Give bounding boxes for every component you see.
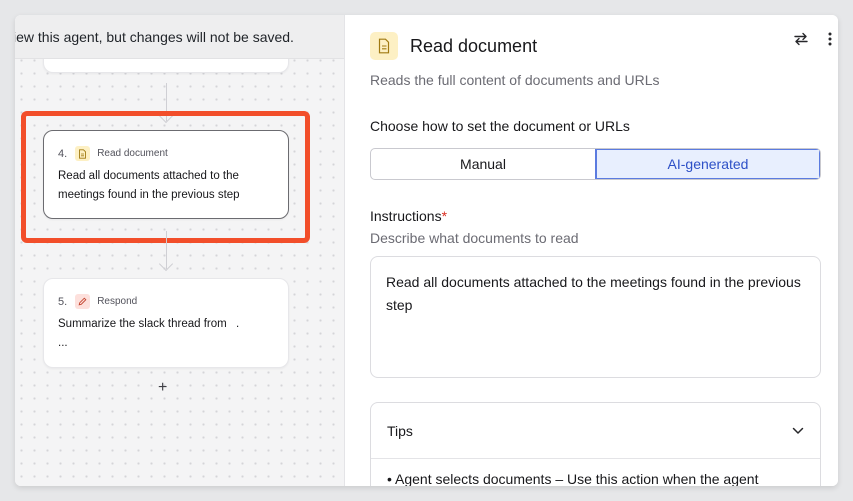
step-number: 5. bbox=[58, 295, 68, 308]
step-type-label: Respond bbox=[97, 296, 138, 307]
tips-accordion: Tips • Agent selects documents – Use thi… bbox=[370, 402, 821, 486]
tips-label: Tips bbox=[387, 422, 413, 439]
connector-arrowhead bbox=[158, 256, 174, 272]
selection-highlight bbox=[21, 111, 310, 243]
document-source-toggle: Manual AI-generated bbox=[370, 148, 821, 180]
more-options-button[interactable] bbox=[820, 29, 838, 49]
read-only-notice-text: iew this agent, but changes will not be … bbox=[15, 29, 294, 45]
step-description: Summarize the slack thread from . ... bbox=[58, 315, 274, 353]
panel-title: Read document bbox=[410, 36, 538, 56]
instructions-textarea[interactable]: Read all documents attached to the meeti… bbox=[370, 256, 821, 378]
document-icon bbox=[370, 32, 398, 60]
tips-header[interactable]: Tips bbox=[371, 403, 820, 459]
more-vertical-icon bbox=[828, 32, 832, 46]
mention-dot: . bbox=[235, 318, 240, 330]
tips-first-item: • Agent selects documents – Use this act… bbox=[387, 471, 759, 486]
add-step-button[interactable]: + bbox=[158, 379, 167, 397]
pen-icon bbox=[75, 294, 91, 309]
option-ai-generated[interactable]: AI-generated bbox=[595, 149, 820, 179]
step-config-panel: Read document Reads the full content of … bbox=[346, 15, 838, 486]
app-window: iew this agent, but changes will not be … bbox=[15, 15, 838, 486]
swap-action-button[interactable] bbox=[791, 29, 811, 49]
step-card-respond[interactable]: 5. Respond Summarize the slack thread fr… bbox=[43, 278, 289, 368]
required-marker: * bbox=[441, 208, 448, 224]
panel-subtitle: Reads the full content of documents and … bbox=[370, 72, 660, 88]
step-description-text: Summarize the slack thread from bbox=[58, 318, 227, 330]
instructions-description: Describe what documents to read bbox=[370, 230, 579, 246]
truncated-ellipsis: ... bbox=[58, 337, 68, 349]
read-only-notice: iew this agent, but changes will not be … bbox=[15, 15, 344, 59]
swap-arrows-icon bbox=[794, 32, 808, 46]
option-manual[interactable]: Manual bbox=[371, 149, 595, 179]
instructions-label: Instructions* bbox=[370, 208, 447, 224]
flow-canvas[interactable]: iew this agent, but changes will not be … bbox=[15, 15, 345, 486]
document-source-label: Choose how to set the document or URLs bbox=[370, 118, 630, 134]
instructions-label-text: Instructions bbox=[370, 208, 442, 224]
chevron-down-icon bbox=[792, 427, 804, 434]
step-header: 5. Respond bbox=[58, 294, 274, 309]
